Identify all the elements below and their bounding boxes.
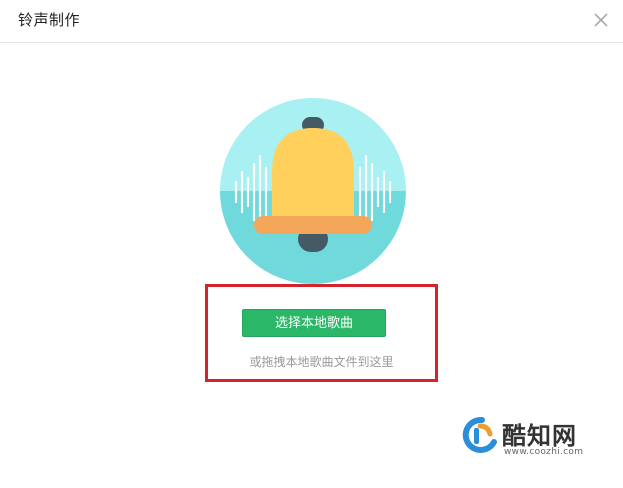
close-button[interactable]: [589, 8, 613, 32]
drag-hint-text: 或拖拽本地歌曲文件到这里: [249, 355, 394, 369]
watermark: 酷知网 www.coozhi.com: [458, 410, 598, 466]
watermark-url: www.coozhi.com: [504, 447, 584, 457]
close-icon: [594, 13, 608, 27]
bell-icon: [220, 98, 406, 284]
select-local-song-button[interactable]: 选择本地歌曲: [242, 309, 386, 337]
coozhi-logo-icon: [462, 416, 497, 453]
watermark-name: 酷知网: [502, 421, 577, 450]
dialog-header: 铃声制作: [0, 0, 623, 43]
dialog-title: 铃声制作: [18, 11, 81, 29]
ringtone-dialog: 铃声制作 选择本地歌曲 或拖拽本地歌曲文件到这里 酷知网 www.coozhi.…: [0, 0, 623, 488]
